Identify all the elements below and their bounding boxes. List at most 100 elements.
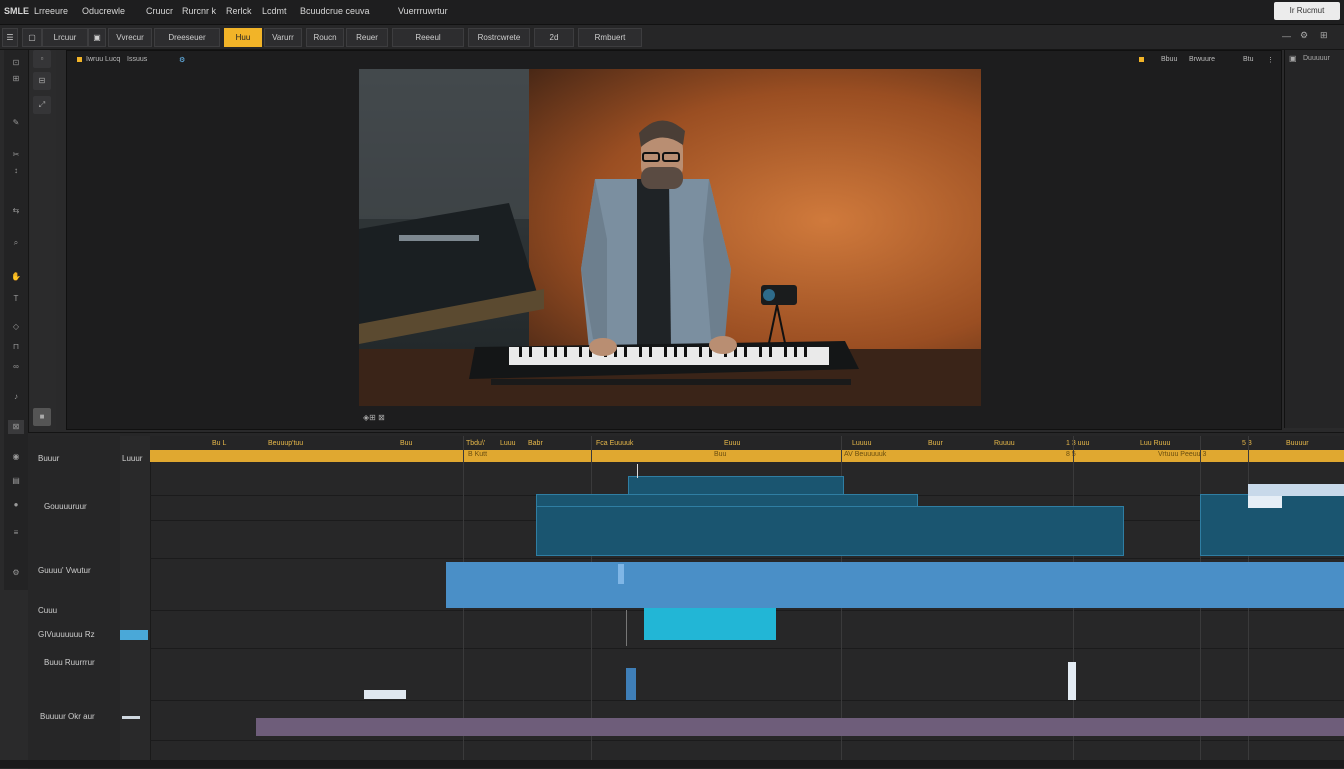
toolbar-button[interactable]: Varurr [264, 28, 302, 47]
status-bar [0, 760, 1344, 768]
audio-clip[interactable] [364, 690, 406, 699]
audio-clip[interactable] [644, 608, 776, 640]
toolbar-button[interactable]: 2d [534, 28, 574, 47]
move-tool-icon[interactable]: ↕ [8, 164, 24, 178]
minimize-icon[interactable]: — [1282, 31, 1291, 41]
toolbar-button[interactable]: Rostrcwrete [468, 28, 530, 47]
video-clip[interactable] [1248, 484, 1344, 496]
menu-item[interactable]: Lcdmt [262, 6, 287, 16]
pen-tool-icon[interactable]: ✎ [8, 116, 24, 130]
toolbar-button[interactable]: Vvrecur [108, 28, 152, 47]
track-label: Buuuur Okr aur [40, 712, 95, 721]
track-control[interactable]: Luuur [122, 454, 142, 463]
cut-tool-icon[interactable]: ✂ [8, 148, 24, 162]
playhead[interactable] [637, 464, 638, 478]
toolbar-button[interactable]: Roucn [306, 28, 344, 47]
slip-tool-icon[interactable]: ⇆ [8, 204, 24, 218]
ruler-label: Euuu [724, 440, 741, 447]
ruler-label: Luuuu [852, 440, 872, 447]
track-marker[interactable] [120, 630, 148, 640]
toolbar-button-active[interactable]: Huu [224, 28, 262, 47]
panel-icon[interactable]: ▣ [1289, 54, 1297, 63]
video-clip[interactable] [628, 476, 844, 496]
more-icon[interactable]: ⋮ [1267, 56, 1274, 64]
hand-tool-icon[interactable]: ✋ [8, 270, 24, 284]
toolbar: ☰ ▢ Lrcuur ▣ Vvrecur Dreeseuer Huu Varur… [0, 25, 1344, 50]
audio-clip[interactable] [626, 668, 636, 700]
menu-icon[interactable]: ☰ [2, 28, 18, 47]
video-clip[interactable] [536, 506, 1124, 556]
work-area-label: Buu [714, 451, 727, 458]
record-tool-icon[interactable]: ● [8, 498, 24, 512]
track-label: Guuuu' Vwutur [38, 566, 91, 575]
track-marker[interactable] [122, 716, 140, 719]
ruler-label: Beuuup'tuu [268, 440, 304, 447]
toolbar-button[interactable]: Lrcuur [42, 28, 88, 47]
select-icon[interactable]: ▢ [22, 28, 42, 47]
menu-item[interactable]: Lrreeure [34, 6, 68, 16]
mixer-tool-icon[interactable]: ≡ [8, 526, 24, 540]
user-account-button[interactable]: Ir Rucmut [1274, 2, 1340, 20]
layers-tool-icon[interactable]: ▤ [8, 474, 24, 488]
split-icon[interactable]: ⊟ [33, 72, 51, 90]
menu-item[interactable]: Cruucr [146, 6, 173, 16]
menu-item[interactable]: Bcuudcrue ceuva [300, 6, 370, 16]
track-divider [150, 558, 1344, 559]
ruler-label: Buur [928, 440, 943, 447]
ruler-label: Buu [400, 440, 413, 447]
track-divider [150, 700, 1344, 701]
grid-icon[interactable]: ⊞ [1320, 30, 1328, 41]
viewer-controls[interactable]: ◈⊞ ⊠ [363, 413, 385, 422]
audio-clip[interactable] [446, 562, 1344, 608]
video-frame [359, 69, 981, 406]
viewer-info-right: Brwuure [1189, 56, 1216, 63]
lock-tool-icon[interactable]: ⊠ [8, 420, 24, 434]
toolbar-button[interactable]: Rmbuert [578, 28, 642, 47]
clip-marker[interactable] [618, 564, 624, 584]
viewer-info: Issuus [127, 56, 148, 63]
link-tool-icon[interactable]: ∞ [8, 360, 24, 374]
ruler-label: 1 3 uuu [1066, 440, 1090, 447]
tool-strip: ⊡ ⊞ ✎ ✂ ↕ ⇆ ⌕ ✋ T ◇ ⊓ ∞ ♪ ⊠ ◉ ▤ ● ≡ ⚙ [4, 50, 29, 590]
toolbar-button[interactable]: Dreeseuer [154, 28, 220, 47]
ruler-label: Babr [528, 440, 543, 447]
text-tool-icon[interactable]: T [8, 292, 24, 306]
grid-tool-icon[interactable]: ⊞ [8, 72, 24, 86]
panel-icon[interactable]: ▫ [33, 50, 51, 68]
snap-tool-icon[interactable]: ⊓ [8, 340, 24, 354]
eye-tool-icon[interactable]: ◉ [8, 450, 24, 464]
secondary-tool-strip: ▫ ⊟ ⤢ ■ [30, 50, 56, 430]
viewer-info-right: Bbuu [1161, 56, 1178, 63]
ruler-label: Bu L [212, 440, 227, 447]
expand-icon[interactable]: ⤢ [33, 96, 51, 114]
panel-label: Duuuuur [1303, 55, 1330, 62]
zoom-tool-icon[interactable]: ⌕ [8, 236, 24, 250]
settings-tool-icon[interactable]: ⚙ [8, 566, 24, 580]
ruler-label: Luu Ruuu [1140, 440, 1171, 447]
app-name[interactable]: SMLE [4, 6, 29, 16]
ruler-label: Ruuuu [994, 440, 1015, 447]
settings-icon[interactable]: ⚙ [179, 56, 185, 64]
selection-tool-icon[interactable]: ⊡ [8, 56, 24, 70]
ruler-label: Tbdu\' [466, 440, 486, 447]
track-controls: Luuur [120, 436, 151, 762]
audio-tool-icon[interactable]: ♪ [8, 390, 24, 404]
music-clip[interactable] [256, 718, 1344, 736]
viewer-info: Iwruu Lucq [77, 56, 120, 63]
toolbar-button[interactable]: Reeeul [392, 28, 464, 47]
viewer-info-right: Btu [1243, 56, 1254, 63]
menu-item[interactable]: Vuerrruwrtur [398, 6, 448, 16]
playhead-line [626, 610, 627, 646]
settings-icon[interactable]: ⚙ [1300, 30, 1308, 41]
camera-icon[interactable]: ▣ [88, 28, 106, 47]
marker-tool-icon[interactable]: ◇ [8, 320, 24, 334]
menu-item[interactable]: Rerlck [226, 6, 252, 16]
track-label: Buuur [38, 454, 60, 463]
menu-item[interactable]: Oducrewle [82, 6, 125, 16]
stop-icon[interactable]: ■ [33, 408, 51, 426]
video-clip[interactable] [1248, 496, 1282, 508]
audio-clip[interactable] [1068, 662, 1076, 700]
track-headers: Buuur Gouuuuruur Guuuu' Vwutur Cuuu GIVu… [28, 436, 120, 762]
toolbar-button[interactable]: Reuer [346, 28, 388, 47]
menu-item[interactable]: Rurcnr k [182, 6, 216, 16]
